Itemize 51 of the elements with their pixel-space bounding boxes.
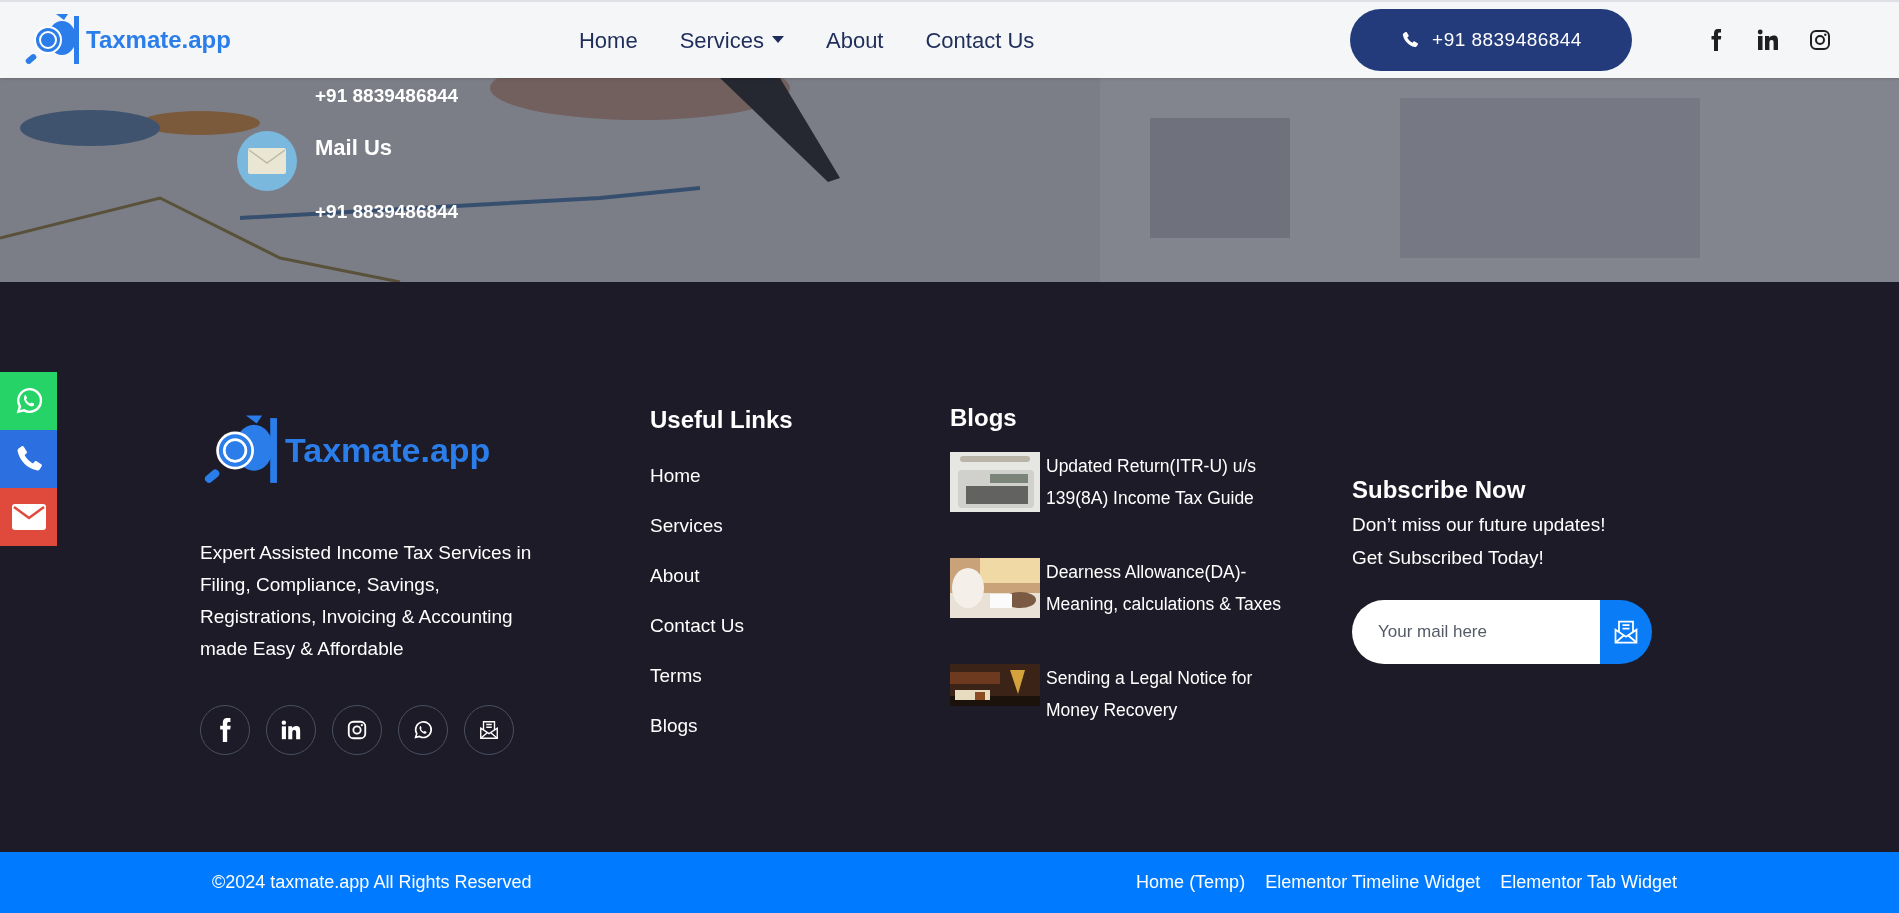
logo-text: Taxmate.app — [86, 25, 231, 55]
social-link[interactable] — [332, 705, 382, 755]
mail-text: +91 8839486844 — [315, 199, 459, 224]
social-link[interactable] — [398, 705, 448, 755]
subscribe-text: Get Subscribed Today! — [1352, 546, 1545, 570]
column-heading: Blogs — [950, 406, 1018, 430]
email-field[interactable]: Your mail here — [1352, 600, 1600, 664]
bottom-link[interactable]: Home (Temp) — [1136, 869, 1246, 896]
phone-button[interactable]: +91 8839486844 — [1350, 9, 1632, 71]
column-heading: Useful Links — [650, 408, 794, 432]
subscribe-button[interactable] — [1600, 600, 1652, 664]
contact-tab[interactable] — [0, 488, 57, 546]
footer-link[interactable]: Blogs — [650, 714, 950, 737]
blog-link[interactable]: Sending a Legal Notice for Money Recovery — [1046, 662, 1296, 726]
envelope-icon — [11, 504, 46, 530]
subscribe-heading: Subscribe Now — [1352, 478, 1527, 502]
nav-link[interactable]: Contact Us — [925, 23, 1035, 57]
instagram-icon — [346, 719, 368, 741]
phone-text: +91 8839486844 — [315, 84, 460, 108]
logo-text: Taxmate.app — [285, 430, 491, 471]
subscribe-text: Don’t miss our future updates! — [1352, 513, 1607, 537]
footer-link[interactable]: Home — [650, 464, 950, 487]
whatsapp-icon — [412, 719, 434, 741]
footer-link[interactable]: Contact Us — [650, 614, 950, 637]
footer-link[interactable]: About — [650, 564, 950, 587]
bottom-link[interactable]: Elementor Timeline Widget — [1265, 869, 1481, 896]
footer-link[interactable]: Services — [650, 514, 950, 537]
mail-icon — [478, 719, 500, 741]
linkedin-icon — [280, 719, 302, 741]
social-link[interactable] — [266, 705, 316, 755]
instagram-icon — [1808, 28, 1832, 52]
caret-icon — [772, 36, 784, 44]
social-link[interactable] — [1808, 28, 1832, 52]
nav-link[interactable]: Home — [578, 23, 638, 57]
linkedin-icon — [1756, 28, 1780, 52]
bottom-link[interactable]: Elementor Tab Widget — [1500, 869, 1677, 896]
envelope-icon — [248, 147, 286, 174]
nav-link[interactable]: About — [826, 23, 884, 57]
nav-link[interactable]: Services — [679, 23, 784, 57]
social-link[interactable] — [1756, 28, 1780, 52]
social-link[interactable] — [200, 705, 250, 755]
blog-link[interactable]: Updated Return(ITR-U) u/s 139(8A) Income Tax Guide — [1046, 450, 1296, 514]
copyright-text: ©2024 taxmate.app All Rights Reserved — [212, 871, 532, 894]
footer-link[interactable]: Terms — [650, 664, 950, 687]
mail-icon — [1612, 618, 1640, 646]
footer-description: Expert Assisted Income Tax Services in Filing, Compliance, Savings, Registrations, Invoicing & Accounting made Easy & Affordable — [200, 541, 533, 661]
blog-link[interactable]: Dearness Allowance(DA)- Meaning, calculations & Taxes — [1046, 556, 1296, 620]
mail-heading: Mail Us — [315, 133, 394, 162]
contact-tab[interactable] — [0, 430, 57, 488]
phone-icon — [1400, 30, 1421, 50]
social-link[interactable] — [464, 705, 514, 755]
